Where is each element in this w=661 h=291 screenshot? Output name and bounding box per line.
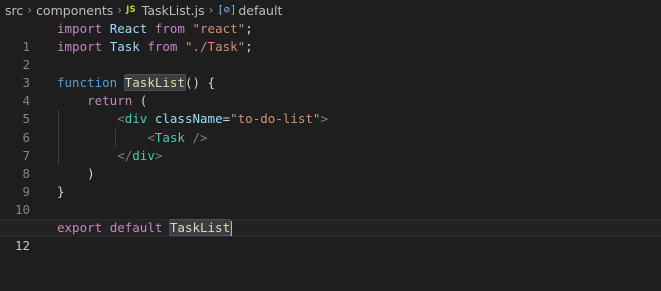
code-content: ) [87, 165, 95, 181]
code-line[interactable]: 8 </div> [0, 146, 661, 181]
code-line[interactable]: 4 function TaskList() { [0, 74, 661, 108]
breadcrumb-item-src[interactable]: src [5, 3, 23, 18]
code-content: export default TaskList [57, 219, 232, 237]
code-line[interactable]: 5 return ( [0, 92, 661, 126]
code-line[interactable]: 11 [0, 201, 661, 235]
code-content: </div> [117, 147, 163, 163]
code-line[interactable]: 7 <Task /> [0, 128, 661, 163]
symbol-highlight: TaskList [168, 219, 232, 237]
code-content: import Task from "./Task"; [57, 39, 253, 55]
code-line[interactable]: 1 import React from "react"; [0, 20, 661, 54]
code-content: return ( [87, 93, 148, 109]
code-line-current[interactable]: 12 export default TaskList [0, 219, 661, 253]
symbol-highlight: TaskList [123, 74, 186, 92]
code-content: <div className="to-do-list"> [117, 111, 328, 127]
code-content: <Task /> [147, 129, 208, 145]
code-line[interactable]: 3 [0, 56, 661, 90]
code-content: } [57, 183, 65, 199]
breadcrumb-item-file[interactable]: TaskList.js [142, 3, 205, 18]
code-line[interactable]: 2 import Task from "./Task"; [0, 38, 661, 72]
breadcrumb-item-components[interactable]: components [36, 3, 113, 18]
code-line[interactable]: 10 } [0, 183, 661, 217]
breadcrumb-item-symbol[interactable]: default [238, 3, 282, 18]
breadcrumb: src › components › JS TaskList.js › [⊘] … [0, 0, 661, 20]
code-content: import React from "react"; [57, 21, 253, 36]
code-line[interactable]: 9 ) [0, 165, 661, 199]
chevron-right-icon: › [117, 3, 123, 17]
chevron-right-icon: › [208, 3, 214, 17]
javascript-file-icon: JS [126, 5, 136, 15]
code-editor[interactable]: 1 import React from "react"; 2 import Ta… [0, 20, 661, 253]
code-content: function TaskList() { [57, 74, 216, 92]
chevron-right-icon: › [27, 3, 33, 17]
line-number: 12 [14, 238, 30, 254]
symbol-variable-icon: [⊘] [217, 4, 237, 16]
text-cursor [230, 221, 232, 237]
code-line[interactable]: 6 <div className="to-do-list"> [0, 110, 661, 145]
